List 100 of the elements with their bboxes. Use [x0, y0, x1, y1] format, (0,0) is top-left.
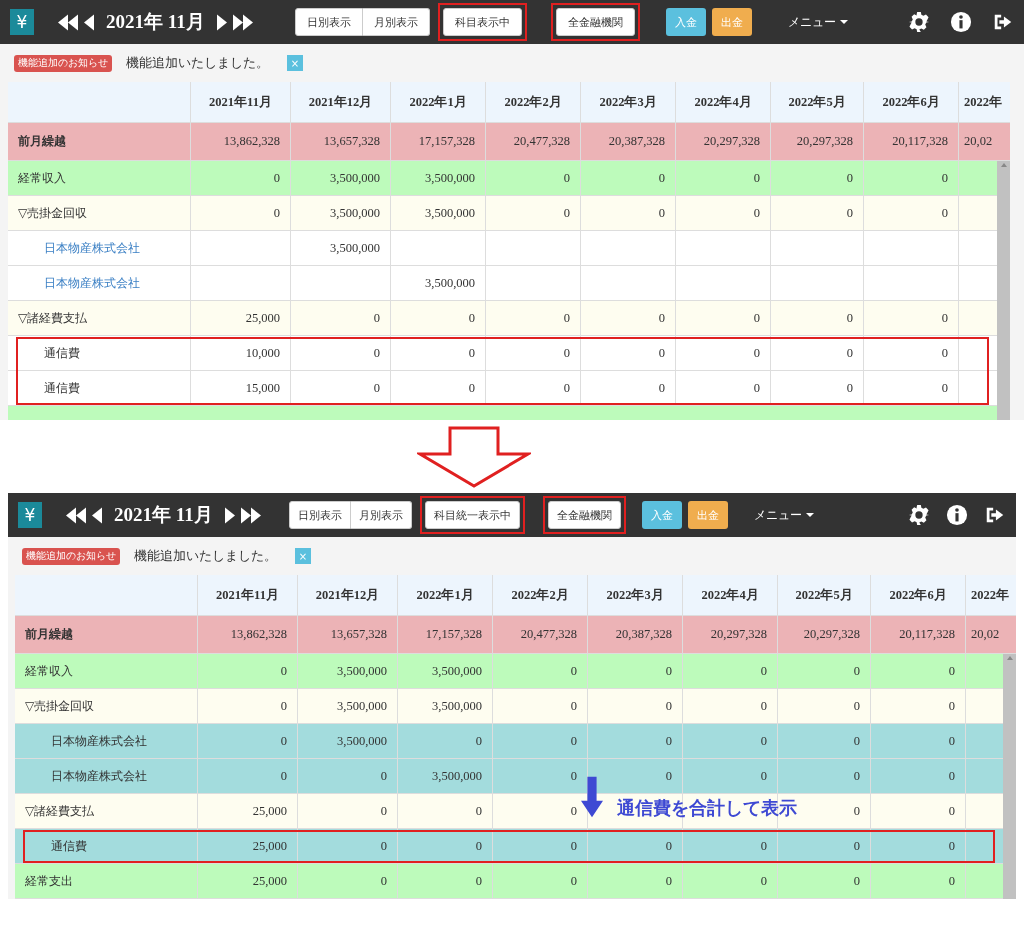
table-cell: 0	[570, 803, 577, 819]
settings-icon[interactable]	[908, 504, 930, 526]
table-cell: 0	[853, 838, 860, 854]
company-link[interactable]: 日本物産株式会社	[44, 274, 140, 292]
table-cell: 0	[280, 768, 287, 784]
account-filter-button[interactable]: 全金融機関	[555, 8, 635, 36]
table-cell: 0	[665, 873, 672, 889]
table-cell: 0	[948, 768, 955, 784]
view-button[interactable]: 月別表示	[350, 501, 412, 529]
table-cell: 25,000	[252, 873, 287, 889]
table-cell: 0	[846, 345, 853, 361]
table-cell: 0	[570, 873, 577, 889]
row-label: 経常収入	[25, 662, 73, 680]
table-cell: 0	[563, 380, 570, 396]
table-cell: 0	[665, 838, 672, 854]
table-cell: 0	[853, 733, 860, 749]
row-label: 経常支出	[25, 872, 73, 890]
table-cell: 0	[563, 205, 570, 221]
table-cell: 0	[948, 663, 955, 679]
table-cell: 3,500,000	[337, 663, 387, 679]
row-label: 前月繰越	[18, 133, 66, 150]
table-cell: 10,000	[245, 345, 280, 361]
column-header: 2022年4月	[694, 93, 752, 111]
table-cell: 17,157,328	[425, 627, 482, 642]
column-header: 2022年	[971, 586, 1009, 604]
table-cell: 20,02	[964, 134, 993, 149]
table-cell: 0	[941, 345, 948, 361]
table-cell: 0	[846, 380, 853, 396]
row-label[interactable]: ▽諸経費支払	[25, 802, 95, 820]
scrollbar[interactable]	[1003, 654, 1016, 899]
column-header: 2022年6月	[889, 586, 947, 604]
last-page-icon[interactable]	[240, 506, 261, 524]
app-logo[interactable]: ¥	[18, 502, 42, 528]
first-page-icon[interactable]	[58, 13, 78, 31]
table-cell: 0	[658, 310, 665, 326]
column-header: 2022年6月	[882, 93, 940, 111]
view-button[interactable]: 日別表示	[288, 501, 351, 529]
table-cell: 3,500,000	[432, 663, 482, 679]
last-page-icon[interactable]	[232, 13, 253, 31]
row-label[interactable]: ▽売掛金回収	[25, 697, 95, 715]
table-cell: 0	[475, 873, 482, 889]
table-cell: 0	[853, 768, 860, 784]
period-label: 2021年 11月	[106, 10, 205, 34]
table-cell: 25,000	[252, 838, 287, 854]
table-cell: 0	[753, 380, 760, 396]
table-cell: 0	[948, 698, 955, 714]
info-icon[interactable]	[946, 504, 968, 526]
table-cell: 13,657,328	[323, 134, 380, 149]
table-cell: 0	[563, 170, 570, 186]
table-cell: 0	[948, 873, 955, 889]
scrollbar[interactable]	[997, 161, 1010, 420]
table-cell: 13,657,328	[330, 627, 387, 642]
table-cell: 0	[665, 698, 672, 714]
table-cell: 20,297,328	[703, 134, 760, 149]
table-cell: 0	[941, 380, 948, 396]
table-cell: 3,500,000	[425, 205, 475, 221]
caret-icon	[839, 20, 848, 24]
table-cell: 20,477,328	[513, 134, 570, 149]
table-cell: 0	[760, 768, 767, 784]
table-cell: 0	[665, 768, 672, 784]
row-label: 日本物産株式会社	[51, 732, 147, 750]
table-cell: 0	[280, 698, 287, 714]
view-button[interactable]: 月別表示	[362, 8, 430, 36]
info-icon[interactable]	[950, 11, 972, 33]
settings-icon[interactable]	[908, 11, 930, 33]
row-label: 経常収入	[18, 169, 66, 187]
company-link[interactable]: 日本物産株式会社	[44, 239, 140, 257]
table-cell: 0	[273, 205, 280, 221]
table-cell: 0	[475, 803, 482, 819]
next-icon[interactable]	[224, 506, 235, 524]
subject-toggle-button[interactable]: 科目統一表示中	[424, 501, 520, 529]
view-button[interactable]: 日別表示	[294, 8, 363, 36]
subject-toggle-button[interactable]: 科目表示中	[442, 8, 522, 36]
previous-icon[interactable]	[92, 506, 102, 524]
row-label: 通信費	[44, 344, 80, 362]
next-icon[interactable]	[216, 13, 227, 31]
table-cell: 3,500,000	[425, 275, 475, 291]
table-cell: 0	[658, 345, 665, 361]
table-cell: 0	[380, 873, 387, 889]
menu-button[interactable]: メニュー	[781, 12, 854, 32]
table-cell: 0	[665, 663, 672, 679]
app-logo[interactable]: ¥	[10, 9, 34, 35]
column-header: 2022年1月	[416, 586, 474, 604]
table-cell: 0	[658, 380, 665, 396]
table-cell: 0	[753, 345, 760, 361]
row-label[interactable]: ▽売掛金回収	[18, 204, 88, 222]
table-cell: 0	[380, 768, 387, 784]
row-label[interactable]: ▽諸経費支払	[18, 309, 88, 327]
table-cell: 0	[563, 345, 570, 361]
menu-button[interactable]: メニュー	[747, 505, 820, 525]
table-cell: 0	[373, 310, 380, 326]
table-cell: 0	[373, 380, 380, 396]
previous-icon[interactable]	[84, 13, 94, 31]
table-cell: 0	[570, 838, 577, 854]
account-filter-button[interactable]: 全金融機関	[547, 501, 621, 529]
table-cell: 0	[563, 310, 570, 326]
column-header: 2022年1月	[409, 93, 467, 111]
first-page-icon[interactable]	[66, 506, 86, 524]
column-header: 2022年	[964, 93, 1002, 111]
table-cell: 0	[941, 205, 948, 221]
